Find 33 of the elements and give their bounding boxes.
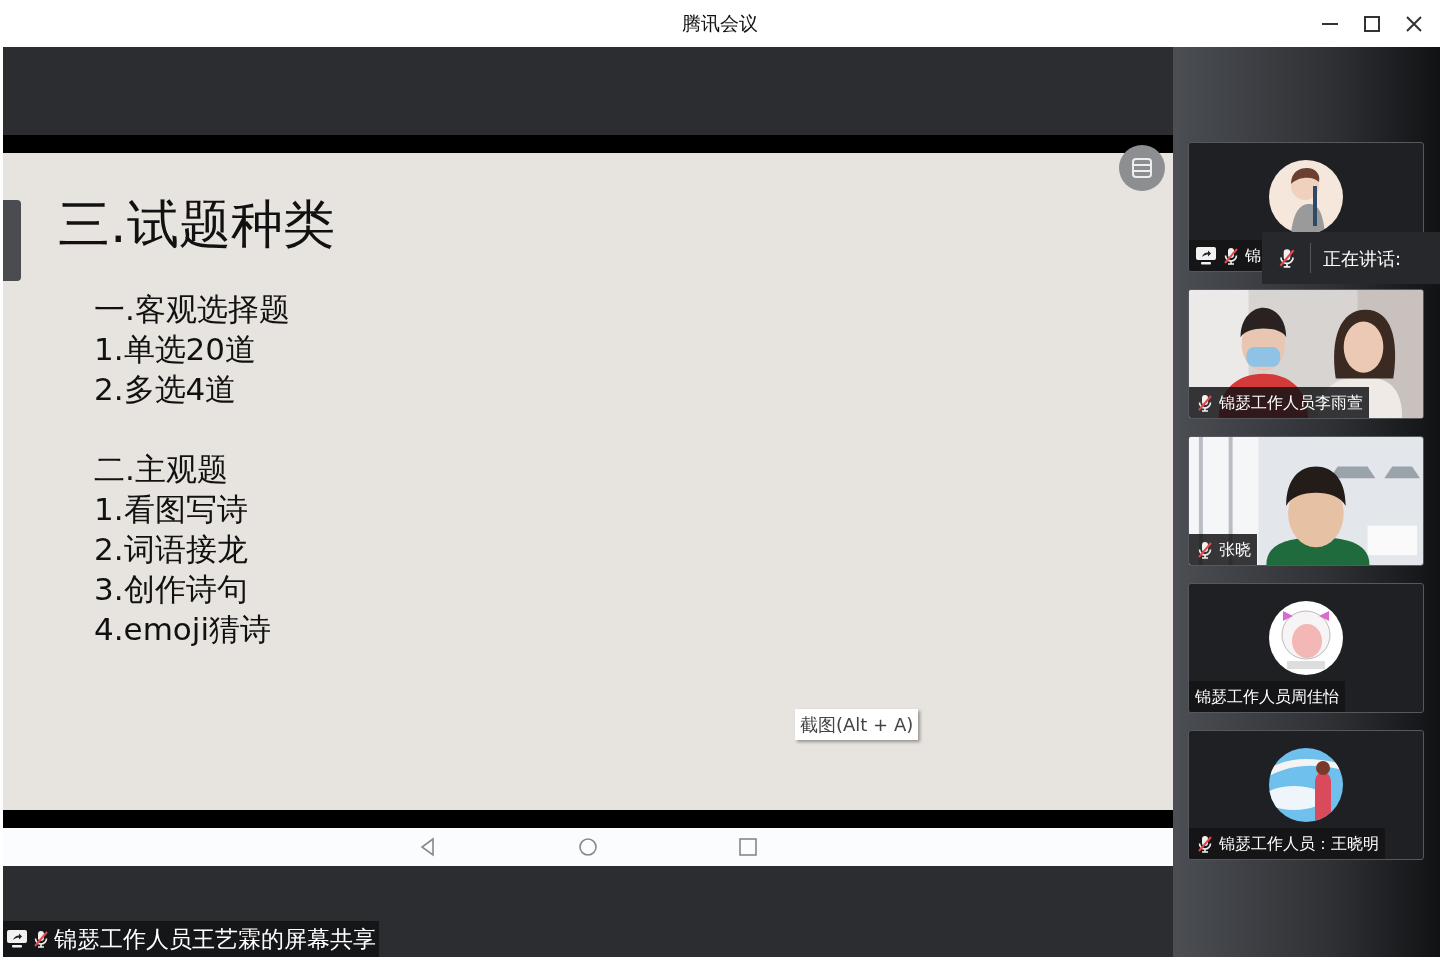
window-title: 腾讯会议 [682,11,758,37]
close-icon[interactable] [1404,13,1424,34]
section-heading: 一.客观选择题 [94,290,291,329]
participant-name: 锦瑟工作人员李雨萱 [1219,392,1363,414]
muted-mic-icon [1195,540,1215,560]
participant-tile[interactable]: 锦瑟工作人员李雨萱 [1188,289,1424,419]
list-item: 2.词语接龙 [94,530,249,569]
list-item: 2.多选4道 [94,370,238,409]
participant-name: 张晓 [1219,539,1251,561]
list-item: 1.看图写诗 [94,490,249,529]
participant-tile[interactable]: 锦瑟工作人员：王晓明 [1188,730,1424,860]
participant-name: 锦瑟工作人员：王晓明 [1219,833,1379,855]
list-item: 3.创作诗句 [94,570,249,609]
layout-button[interactable] [1119,145,1165,191]
participant-tile[interactable]: 张晓 [1188,436,1424,566]
muted-mic-icon [1195,834,1215,854]
screenshot-tooltip: 截图(Alt + A) [795,709,919,740]
list-icon [1130,156,1154,180]
participant-name: 锦 [1245,245,1261,267]
home-icon[interactable] [578,837,598,857]
speaking-label: 正在讲话: [1323,246,1402,271]
list-item: 4.emoji猜诗 [94,610,273,649]
maximize-icon[interactable] [1362,13,1382,34]
slide-title: 三.试题种类 [58,193,336,256]
muted-mic-icon [1221,246,1241,266]
participant-name: 锦瑟工作人员周佳怡 [1195,686,1339,708]
list-item: 1.单选20道 [94,330,258,369]
share-label-text: 锦瑟工作人员王艺霖的屏幕共享 [54,924,376,954]
participant-tile[interactable]: 锦瑟工作人员周佳怡 [1188,583,1424,713]
recents-icon[interactable] [738,837,758,857]
section-heading: 二.主观题 [94,450,229,489]
screen-share-icon [1195,246,1217,266]
muted-mic-icon [1195,393,1215,413]
